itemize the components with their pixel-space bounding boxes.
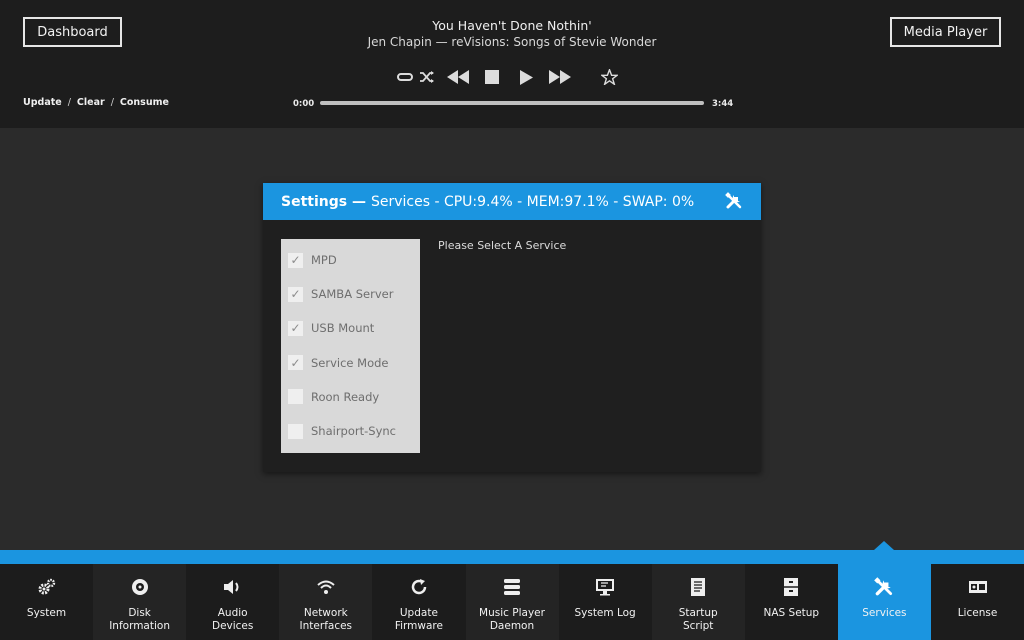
tab-disk-information[interactable]: Disk Information <box>93 564 187 640</box>
tools-icon <box>725 192 743 214</box>
services-panel: Settings — Services - CPU:9.4% - MEM:97.… <box>263 183 761 472</box>
bottom-nav: System Disk Information Audio Devices Netwo… <box>0 564 1024 640</box>
update-link[interactable]: Update <box>23 97 62 108</box>
service-label: Shairport-Sync <box>311 424 396 439</box>
wifi-icon <box>279 577 372 597</box>
shuffle-icon[interactable] <box>418 71 436 83</box>
license-icon <box>931 577 1024 597</box>
select-service-hint: Please Select A Service <box>438 239 567 252</box>
progress-bar[interactable] <box>320 101 704 105</box>
stop-icon[interactable] <box>484 70 500 84</box>
service-label: MPD <box>311 253 337 268</box>
play-icon[interactable] <box>518 69 534 85</box>
database-icon <box>466 577 559 597</box>
service-label: USB Mount <box>311 321 375 336</box>
monitor-icon <box>559 577 652 597</box>
service-label: Roon Ready <box>311 389 380 404</box>
tab-nas-setup[interactable]: NAS Setup <box>745 564 838 640</box>
separator: / <box>67 97 71 108</box>
service-label: SAMBA Server <box>311 287 394 302</box>
checkbox-checked[interactable]: ✓ <box>288 252 303 268</box>
consume-link[interactable]: Consume <box>120 97 169 108</box>
tab-label: Audio Devices <box>211 607 254 632</box>
tab-label: License <box>957 607 998 619</box>
tab-license[interactable]: License <box>931 564 1024 640</box>
tools-icon <box>838 577 931 597</box>
time-elapsed: 0:00 <box>293 99 315 109</box>
service-item[interactable]: ✓ Service Mode <box>281 346 420 380</box>
track-title: You Haven't Done Nothin' <box>432 18 592 33</box>
top-bar: Dashboard Media Player You Haven't Done … <box>0 0 1024 128</box>
service-item[interactable]: ✓ USB Mount <box>281 311 420 345</box>
bottom-accent-strip <box>0 550 1024 564</box>
panel-header: Settings — Services - CPU:9.4% - MEM:97.… <box>263 183 761 220</box>
checkbox-unchecked[interactable] <box>288 423 303 439</box>
panel-title-bold: Settings — <box>281 193 366 210</box>
queue-links: Update / Clear / Consume <box>23 97 169 108</box>
panel-title-status: Services - CPU:9.4% - MEM:97.1% - SWAP: … <box>370 193 695 210</box>
service-item[interactable]: Roon Ready <box>281 380 420 414</box>
active-tab-pointer <box>874 541 894 550</box>
tab-network-interfaces[interactable]: Network Interfaces <box>279 564 373 640</box>
tab-label: Update Firmware <box>394 607 443 632</box>
tab-label: Music Player Daemon <box>479 607 545 632</box>
previous-icon[interactable] <box>446 70 470 84</box>
speaker-icon <box>186 577 279 597</box>
cabinet-icon <box>745 577 838 597</box>
checkbox-checked[interactable]: ✓ <box>288 286 303 302</box>
service-item[interactable]: ✓ SAMBA Server <box>281 277 420 311</box>
favorite-star-icon[interactable] <box>600 69 618 85</box>
disk-icon <box>93 577 186 597</box>
tab-system-log[interactable]: System Log <box>559 564 652 640</box>
refresh-icon <box>372 577 465 597</box>
service-item[interactable]: ✓ MPD <box>281 243 420 277</box>
tab-label: Services <box>862 607 907 619</box>
checkbox-checked[interactable]: ✓ <box>288 355 303 371</box>
tab-label: Startup Script <box>678 607 718 632</box>
checkbox-checked[interactable]: ✓ <box>288 320 303 336</box>
service-label: Service Mode <box>311 355 389 370</box>
tab-label: System Log <box>574 607 636 619</box>
time-total: 3:44 <box>712 99 734 109</box>
tab-update-firmware[interactable]: Update Firmware <box>372 564 465 640</box>
tab-label: NAS Setup <box>763 607 820 619</box>
track-subtitle: Jen Chapin — reVisions: Songs of Stevie … <box>367 35 657 49</box>
separator: / <box>110 97 114 108</box>
tab-label: Disk Information <box>109 607 170 632</box>
next-icon[interactable] <box>548 70 572 84</box>
checkbox-unchecked[interactable] <box>288 389 303 405</box>
repeat-icon[interactable] <box>396 72 414 82</box>
tab-music-player-daemon[interactable]: Music Player Daemon <box>465 564 559 640</box>
tab-label: Network Interfaces <box>299 607 353 632</box>
clear-link[interactable]: Clear <box>77 97 105 108</box>
tab-system[interactable]: System <box>0 564 93 640</box>
tab-services[interactable]: Services <box>837 564 931 640</box>
tab-label: System <box>26 607 67 619</box>
tab-startup-script[interactable]: Startup Script <box>651 564 745 640</box>
tab-audio-devices[interactable]: Audio Devices <box>186 564 279 640</box>
service-list: ✓ MPD ✓ SAMBA Server ✓ USB Mount ✓ Service Mode… <box>281 239 420 453</box>
playback-controls <box>396 66 618 88</box>
document-icon <box>652 577 745 597</box>
gears-icon <box>0 577 93 597</box>
service-item[interactable]: Shairport-Sync <box>281 414 420 448</box>
